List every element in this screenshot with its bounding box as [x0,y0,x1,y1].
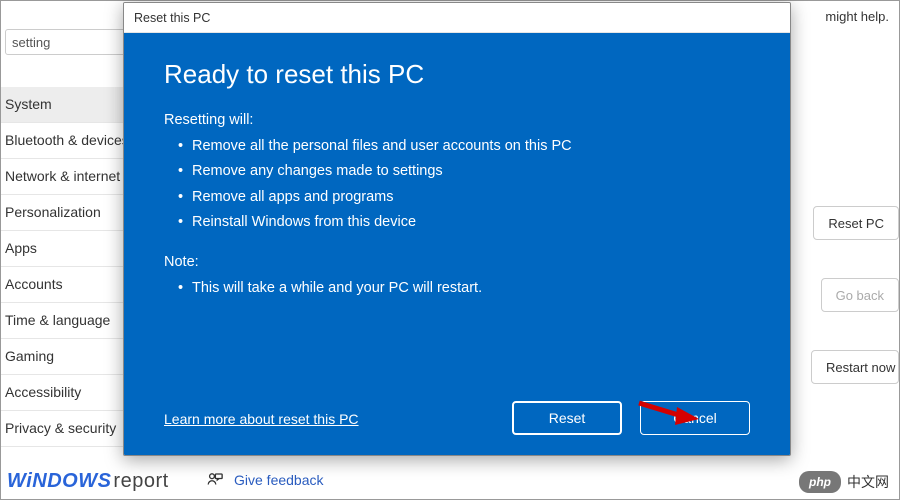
sidebar-item-accounts[interactable]: Accounts [1,267,136,303]
reset-dialog: Reset this PC Ready to reset this PC Res… [123,2,791,456]
sidebar-item-bluetooth-devices[interactable]: Bluetooth & devices [1,123,136,159]
give-feedback-link[interactable]: Give feedback [206,471,324,489]
list-item: Remove any changes made to settings [178,159,750,184]
dialog-heading: Ready to reset this PC [164,59,750,90]
recovery-buttons: Reset PC Go back Restart now [811,206,899,384]
note-label: Note: [164,254,750,270]
sidebar-item-personalization[interactable]: Personalization [1,195,136,231]
sidebar-item-apps[interactable]: Apps [1,231,136,267]
sidebar-item-network-internet[interactable]: Network & internet [1,159,136,195]
give-feedback-label: Give feedback [234,472,324,488]
sidebar-item-accessibility[interactable]: Accessibility [1,375,136,411]
cancel-button[interactable]: Cancel [640,401,750,435]
sidebar-item-privacy-security[interactable]: Privacy & security [1,411,136,447]
sidebar-item-system[interactable]: System [1,87,136,123]
php-text: 中文网 [847,472,889,492]
settings-window: might help. SystemBluetooth & devicesNet… [0,0,900,500]
note-list: This will take a while and your PC will … [178,276,750,301]
php-watermark: php 中文网 [799,471,889,493]
resetting-will-label: Resetting will: [164,112,750,128]
dialog-titlebar: Reset this PC [124,3,790,33]
sidebar: SystemBluetooth & devicesNetwork & inter… [1,87,136,447]
list-item: This will take a while and your PC will … [178,276,750,301]
reset-pc-button[interactable]: Reset PC [813,206,899,240]
restart-now-button[interactable]: Restart now [811,350,899,384]
dialog-title: Reset this PC [134,11,210,25]
resetting-will-list: Remove all the personal files and user a… [178,134,750,236]
hint-text: might help. [825,9,889,24]
feedback-icon [206,471,224,489]
list-item: Reinstall Windows from this device [178,210,750,235]
reset-button[interactable]: Reset [512,401,622,435]
list-item: Remove all the personal files and user a… [178,134,750,159]
list-item: Remove all apps and programs [178,185,750,210]
sidebar-item-gaming[interactable]: Gaming [1,339,136,375]
dialog-actions: Reset Cancel [512,401,750,435]
learn-more-link[interactable]: Learn more about reset this PC [164,411,359,427]
go-back-button[interactable]: Go back [821,278,899,312]
search-input[interactable] [5,29,135,55]
php-badge: php [799,471,841,493]
dialog-body: Ready to reset this PC Resetting will: R… [124,33,790,456]
sidebar-item-time-language[interactable]: Time & language [1,303,136,339]
windowsreport-watermark: WiNDOWSreport [7,470,169,493]
